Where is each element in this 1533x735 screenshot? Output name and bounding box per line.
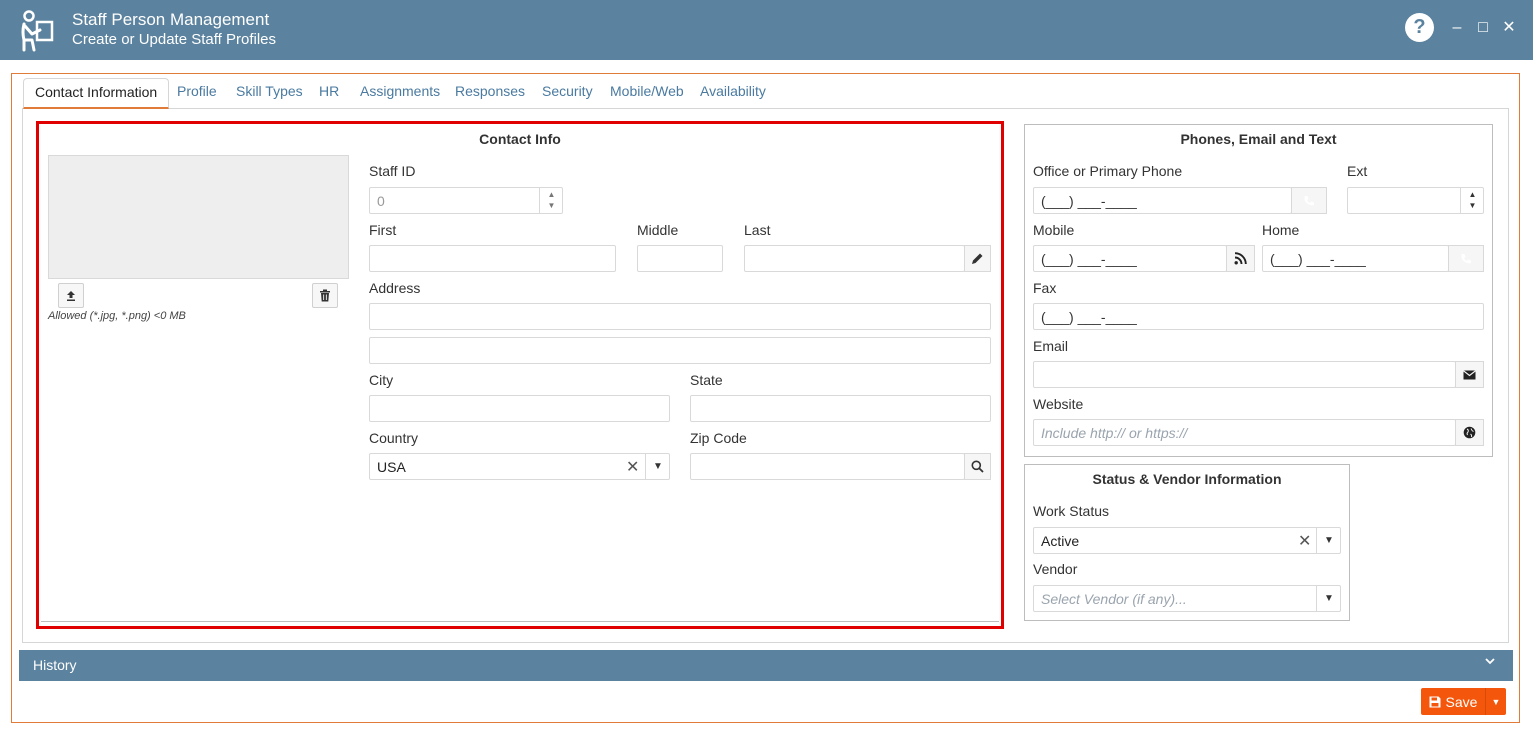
website-label: Website: [1033, 396, 1084, 412]
website-input[interactable]: [1033, 419, 1456, 446]
staff-id-input[interactable]: [369, 187, 563, 214]
ext-spin[interactable]: ▲ ▼: [1460, 187, 1484, 214]
open-website-button[interactable]: [1455, 419, 1484, 446]
chevron-down-icon[interactable]: ▼: [1316, 586, 1341, 611]
upload-icon: [67, 290, 75, 301]
tab-hr[interactable]: HR: [308, 80, 350, 110]
phone-icon: [1304, 195, 1314, 205]
close-button[interactable]: ✕: [1500, 17, 1518, 39]
tab-mobile-web[interactable]: Mobile/Web: [599, 80, 695, 110]
tab-security[interactable]: Security: [531, 80, 604, 110]
rss-icon: [1234, 252, 1247, 265]
app-subtitle: Create or Update Staff Profiles: [72, 31, 276, 48]
title-bar: Staff Person Management Create or Update…: [0, 0, 1533, 60]
middle-name-label: Middle: [637, 222, 679, 238]
mobile-phone-input[interactable]: [1033, 245, 1227, 272]
help-button[interactable]: ?: [1405, 13, 1434, 42]
floppy-disk-icon: [1429, 696, 1441, 707]
vendor-label: Vendor: [1033, 561, 1078, 577]
contact-info-title: Contact Info: [479, 131, 561, 147]
call-home-button[interactable]: [1448, 245, 1484, 272]
staff-id-stepper[interactable]: ▲▼: [369, 187, 563, 214]
state-label: State: [690, 372, 723, 388]
text-mobile-button[interactable]: [1226, 245, 1255, 272]
minimize-button[interactable]: –: [1448, 17, 1466, 39]
save-button[interactable]: Save: [1421, 688, 1485, 715]
email-label: Email: [1033, 338, 1069, 354]
staff-person-icon: [18, 10, 56, 52]
work-status-clear-icon[interactable]: ✕: [1298, 531, 1311, 551]
delete-photo-button[interactable]: [312, 283, 338, 308]
phones-email-title: Phones, Email and Text: [1180, 131, 1337, 147]
maximize-button[interactable]: □: [1474, 17, 1492, 39]
status-vendor-title: Status & Vendor Information: [1092, 471, 1282, 487]
country-select[interactable]: USA ✕ ▼: [369, 453, 670, 480]
tab-responses[interactable]: Responses: [444, 80, 536, 110]
staff-id-label: Staff ID: [369, 163, 416, 179]
photo-allowed-note: Allowed (*.jpg, *.png) <0 MB: [48, 310, 186, 322]
fax-input[interactable]: [1033, 303, 1484, 330]
work-status-value: Active: [1041, 533, 1080, 549]
zip-code-input[interactable]: [690, 453, 965, 480]
ext-stepper[interactable]: ▲ ▼: [1347, 187, 1484, 214]
address-label: Address: [369, 280, 421, 296]
last-name-input[interactable]: [744, 245, 965, 272]
tab-contact-information[interactable]: Contact Information: [23, 78, 170, 109]
save-label: Save: [1445, 693, 1478, 710]
app-title: Staff Person Management: [72, 10, 270, 29]
ext-label: Ext: [1347, 163, 1368, 179]
tab-assignments[interactable]: Assignments: [349, 80, 451, 110]
address-line2-input[interactable]: [369, 337, 991, 364]
send-email-button[interactable]: [1455, 361, 1484, 388]
address-line1-input[interactable]: [369, 303, 991, 330]
last-name-label: Last: [744, 222, 771, 238]
call-office-button[interactable]: [1291, 187, 1327, 214]
office-phone-label: Office or Primary Phone: [1033, 163, 1183, 179]
envelope-icon: [1463, 369, 1476, 379]
history-label: History: [33, 657, 77, 673]
mobile-label: Mobile: [1033, 222, 1075, 238]
upload-photo-button[interactable]: [58, 283, 84, 308]
work-status-select[interactable]: Active ✕ ▼: [1033, 527, 1341, 554]
fax-label: Fax: [1033, 280, 1057, 296]
phone-icon: [1461, 253, 1471, 263]
city-input[interactable]: [369, 395, 670, 422]
history-accordion[interactable]: History: [19, 650, 1513, 681]
chevron-down-icon[interactable]: ▼: [645, 454, 670, 479]
email-input[interactable]: [1033, 361, 1456, 388]
state-input[interactable]: [690, 395, 991, 422]
section-divider: [41, 621, 999, 622]
globe-icon: [1463, 426, 1476, 439]
home-label: Home: [1262, 222, 1300, 238]
photo-preview: [48, 155, 349, 279]
edit-name-button[interactable]: [964, 245, 991, 272]
home-phone-input[interactable]: [1262, 245, 1449, 272]
country-label: Country: [369, 430, 419, 446]
work-status-label: Work Status: [1033, 503, 1109, 519]
first-name-label: First: [369, 222, 397, 238]
office-phone-input[interactable]: [1033, 187, 1292, 214]
trash-icon: [320, 289, 330, 302]
tab-profile[interactable]: Profile: [166, 80, 228, 110]
chevron-down-icon[interactable]: ▼: [1316, 528, 1341, 553]
middle-name-input[interactable]: [637, 245, 723, 272]
city-label: City: [369, 372, 394, 388]
country-value: USA: [377, 459, 406, 475]
zip-code-label: Zip Code: [690, 430, 747, 446]
vendor-placeholder: Select Vendor (if any)...: [1041, 591, 1187, 607]
staff-id-spin[interactable]: ▲ ▼: [539, 187, 563, 214]
save-options-dropdown[interactable]: ▼: [1485, 688, 1506, 715]
first-name-input[interactable]: [369, 245, 616, 272]
country-clear-icon[interactable]: ✕: [626, 457, 639, 477]
chevron-down-icon: [1483, 654, 1497, 673]
search-icon: [971, 460, 984, 473]
tab-availability[interactable]: Availability: [689, 80, 777, 110]
zip-search-button[interactable]: [964, 453, 991, 480]
tab-skill-types[interactable]: Skill Types: [225, 80, 314, 110]
vendor-select[interactable]: Select Vendor (if any)... ▼: [1033, 585, 1341, 612]
pencil-icon: [972, 253, 983, 264]
